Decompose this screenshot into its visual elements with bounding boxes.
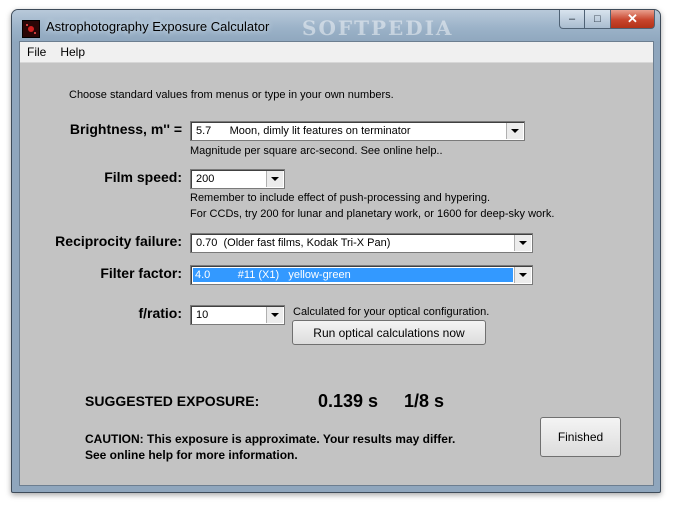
reciprocity-label: Reciprocity failure: (55, 233, 182, 249)
reciprocity-value: 0.70 (Older fast films, Kodak Tri-X Pan) (196, 237, 391, 249)
menu-file[interactable]: File (20, 45, 53, 59)
menu-bar: File Help (20, 42, 653, 63)
film-speed-value: 200 (196, 173, 215, 185)
maximize-button[interactable]: □ (585, 10, 611, 29)
filter-label: Filter factor: (100, 265, 182, 281)
brightness-hint: Magnitude per square arc-second. See onl… (190, 145, 443, 157)
menu-help[interactable]: Help (53, 45, 92, 59)
film-speed-hint-2: For CCDs, try 200 for lunar and planetar… (190, 208, 555, 220)
title-bar[interactable]: Astrophotography Exposure Calculator SOF… (12, 10, 660, 43)
suggested-exposure-label: SUGGESTED EXPOSURE: (85, 393, 260, 409)
exposure-seconds: 0.139 s (318, 391, 379, 411)
fratio-label: f/ratio: (138, 305, 182, 321)
film-speed-dropdown[interactable]: 200 (190, 169, 285, 189)
fratio-dropdown[interactable]: 10 (190, 305, 285, 325)
client-area: File Help Choose standard values from me… (19, 41, 654, 486)
watermark: SOFTPEDIA (302, 16, 454, 40)
exposure-fraction: 1/8 s (404, 391, 445, 411)
app-window: Astrophotography Exposure Calculator SOF… (11, 9, 661, 493)
reciprocity-dropdown-arrow-icon[interactable] (514, 235, 531, 251)
brightness-value: 5.7 Moon, dimly lit features on terminat… (196, 125, 411, 137)
instruction-text: Choose standard values from menus or typ… (69, 89, 394, 101)
film-speed-dropdown-arrow-icon[interactable] (266, 171, 283, 187)
fratio-dropdown-arrow-icon[interactable] (266, 307, 283, 323)
app-icon (22, 20, 40, 38)
reciprocity-dropdown[interactable]: 0.70 (Older fast films, Kodak Tri-X Pan) (190, 233, 533, 253)
film-speed-hint-1: Remember to include effect of push-proce… (190, 192, 491, 204)
close-button[interactable]: ✕ (611, 10, 655, 29)
brightness-dropdown-arrow-icon[interactable] (506, 123, 523, 139)
fratio-value: 10 (196, 309, 209, 321)
brightness-dropdown[interactable]: 5.7 Moon, dimly lit features on terminat… (190, 121, 525, 141)
run-optical-calculations-button[interactable]: Run optical calculations now (292, 320, 486, 345)
film-speed-label: Film speed: (104, 169, 182, 185)
window-title: Astrophotography Exposure Calculator (46, 19, 270, 34)
fratio-hint: Calculated for your optical configuratio… (293, 306, 490, 318)
filter-dropdown[interactable]: 4.0 #11 (X1) yellow-green (190, 265, 533, 285)
caution-line-2: See online help for more information. (85, 448, 298, 462)
finished-button[interactable]: Finished (540, 417, 621, 457)
filter-dropdown-arrow-icon[interactable] (514, 267, 531, 283)
brightness-label: Brightness, m'' = (69, 121, 182, 137)
caution-line-1: CAUTION: This exposure is approximate. Y… (85, 432, 456, 446)
minimize-button[interactable]: – (559, 10, 585, 29)
filter-value: 4.0 #11 (X1) yellow-green (193, 268, 513, 282)
